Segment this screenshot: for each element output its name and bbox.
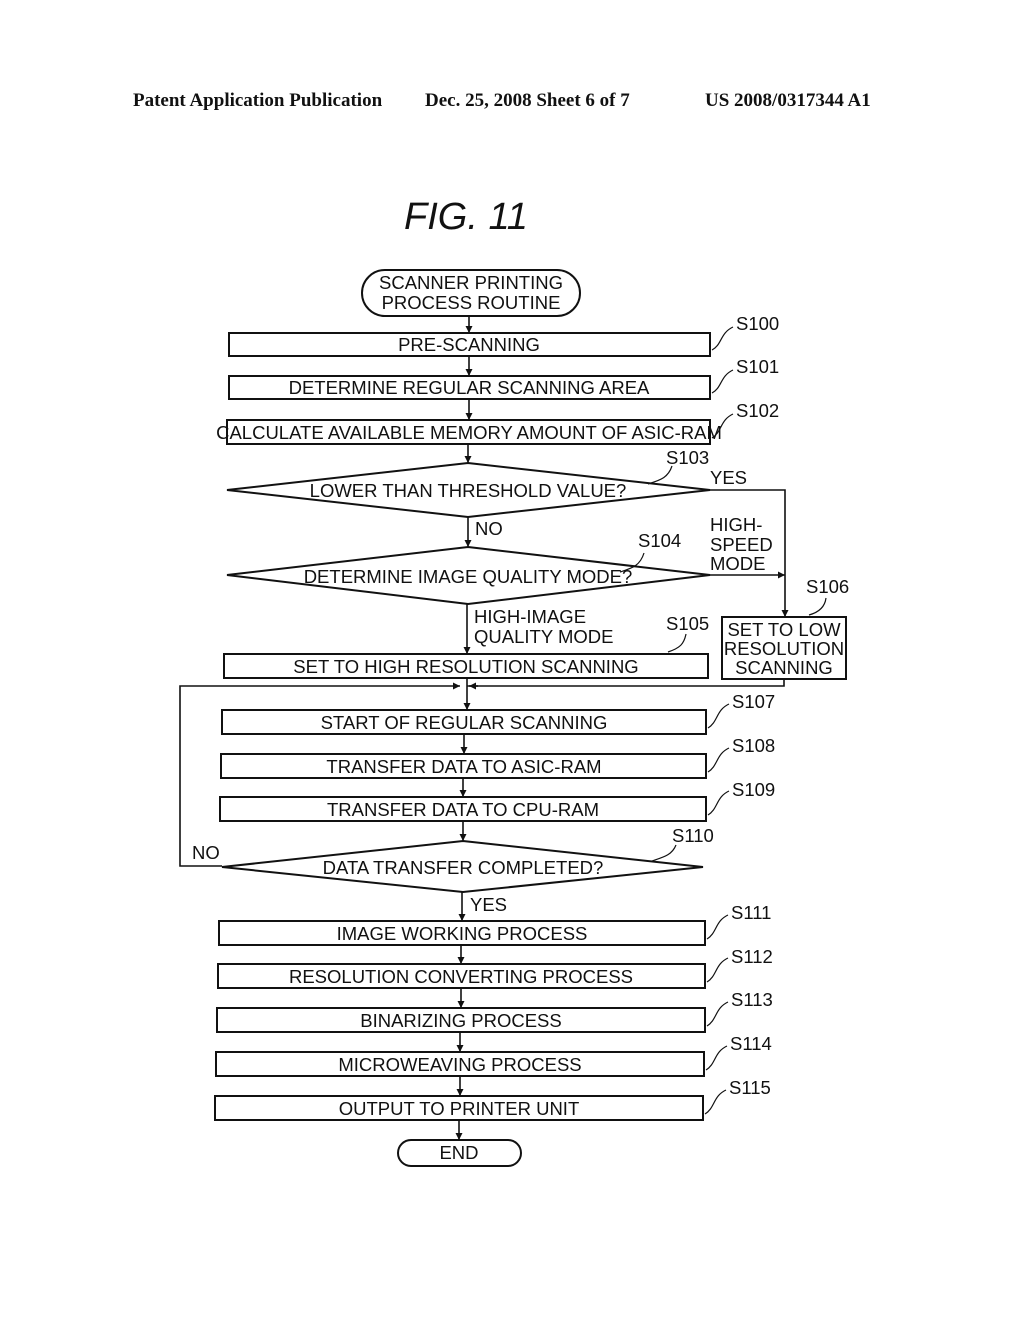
- branch-s104-high-speed-line1: HIGH-: [710, 514, 762, 535]
- step-s114-id: S114: [730, 1033, 772, 1054]
- step-s115-label: OUTPUT TO PRINTER UNIT: [339, 1098, 580, 1119]
- branch-s104-high-speed-line2: SPEED: [710, 534, 773, 555]
- step-s115-id: S115: [729, 1077, 771, 1098]
- decision-s104-id: S104: [638, 530, 681, 551]
- step-s100: PRE-SCANNING S100: [228, 313, 779, 357]
- decision-s110: DATA TRANSFER COMPLETED? S110: [221, 825, 714, 894]
- step-s105-id: S105: [666, 613, 709, 634]
- branch-s104-high-image-line2: QUALITY MODE: [474, 626, 613, 647]
- branch-s110-yes: YES: [470, 894, 507, 915]
- step-s113: BINARIZING PROCESS S113: [216, 989, 773, 1033]
- step-s112-id: S112: [731, 946, 773, 967]
- step-s113-id: S113: [731, 989, 773, 1010]
- step-s107: START OF REGULAR SCANNING S107: [221, 691, 775, 735]
- decision-s103-label: LOWER THAN THRESHOLD VALUE?: [310, 480, 627, 501]
- step-s101: DETERMINE REGULAR SCANNING AREA S101: [228, 356, 779, 400]
- step-s106-label-line3: SCANNING: [735, 657, 833, 678]
- step-s108-id: S108: [732, 735, 775, 756]
- branch-s103-no: NO: [475, 518, 503, 539]
- step-s109: TRANSFER DATA TO CPU-RAM S109: [219, 779, 775, 822]
- decision-s104-label: DETERMINE IMAGE QUALITY MODE?: [304, 566, 633, 587]
- end-terminal: END: [397, 1139, 522, 1167]
- decision-s103-id: S103: [666, 447, 709, 468]
- branch-s110-no: NO: [192, 842, 220, 863]
- step-s114: MICROWEAVING PROCESS S114: [215, 1033, 772, 1077]
- step-s102: CALCULATE AVAILABLE MEMORY AMOUNT OF ASI…: [216, 400, 779, 445]
- branch-s104-high-speed-line3: MODE: [710, 553, 766, 574]
- step-s109-id: S109: [732, 779, 775, 800]
- step-s108: TRANSFER DATA TO ASIC-RAM S108: [220, 735, 775, 779]
- step-s106-label-line1: SET TO LOW: [727, 619, 841, 640]
- start-label-line1: SCANNER PRINTING: [379, 272, 563, 293]
- branch-s103-yes: YES: [710, 467, 747, 488]
- step-s111-label: IMAGE WORKING PROCESS: [337, 923, 588, 944]
- step-s106-label-line2: RESOLUTION: [724, 638, 844, 659]
- decision-s110-label: DATA TRANSFER COMPLETED?: [323, 857, 604, 878]
- step-s101-id: S101: [736, 356, 779, 377]
- decision-s110-id: S110: [672, 825, 714, 846]
- start-label-line2: PROCESS ROUTINE: [382, 292, 561, 313]
- end-label: END: [439, 1142, 478, 1163]
- step-s107-id: S107: [732, 691, 775, 712]
- step-s107-label: START OF REGULAR SCANNING: [321, 712, 608, 733]
- flowchart: SCANNER PRINTING PROCESS ROUTINE PRE-SCA…: [179, 269, 849, 1167]
- step-s102-id: S102: [736, 400, 779, 421]
- step-s109-label: TRANSFER DATA TO CPU-RAM: [327, 799, 599, 820]
- step-s105-label: SET TO HIGH RESOLUTION SCANNING: [293, 656, 638, 677]
- step-s102-label: CALCULATE AVAILABLE MEMORY AMOUNT OF ASI…: [216, 422, 722, 443]
- step-s106-id: S106: [806, 576, 849, 597]
- step-s113-label: BINARIZING PROCESS: [360, 1010, 561, 1031]
- step-s111-id: S111: [731, 902, 771, 923]
- step-s100-id: S100: [736, 313, 779, 334]
- step-s108-label: TRANSFER DATA TO ASIC-RAM: [326, 756, 601, 777]
- branch-s104-high-image-line1: HIGH-IMAGE: [474, 606, 586, 627]
- step-s115: OUTPUT TO PRINTER UNIT S115: [214, 1077, 771, 1121]
- step-s112: RESOLUTION CONVERTING PROCESS S112: [217, 946, 773, 989]
- step-s101-label: DETERMINE REGULAR SCANNING AREA: [289, 377, 650, 398]
- step-s112-label: RESOLUTION CONVERTING PROCESS: [289, 966, 633, 987]
- step-s100-label: PRE-SCANNING: [398, 334, 540, 355]
- step-s114-label: MICROWEAVING PROCESS: [338, 1054, 581, 1075]
- start-terminal: SCANNER PRINTING PROCESS ROUTINE: [361, 269, 581, 317]
